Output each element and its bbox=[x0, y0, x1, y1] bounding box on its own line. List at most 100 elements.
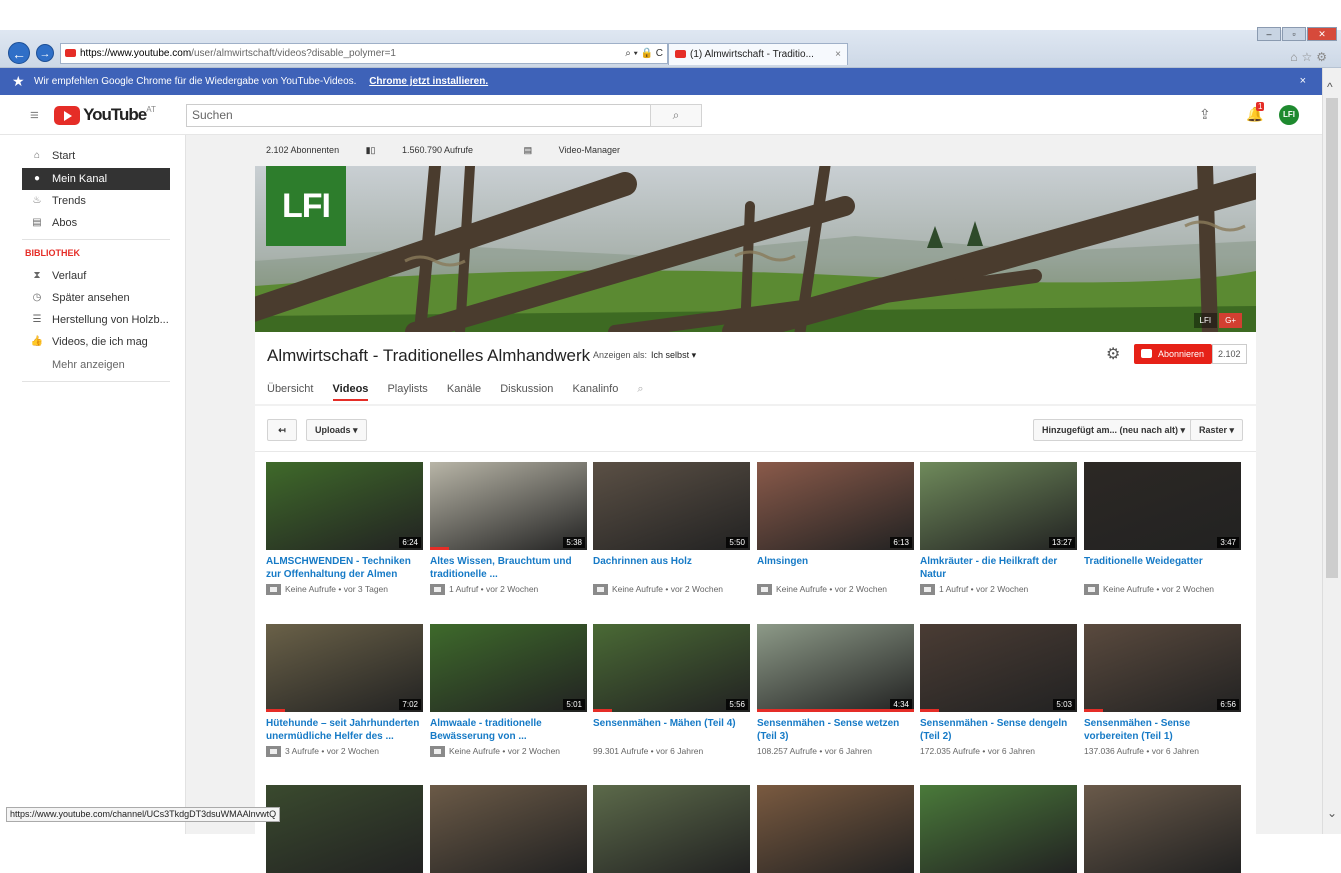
tab-kanaele[interactable]: Kanäle bbox=[447, 383, 481, 395]
sidebar-item-mein-kanal[interactable]: ● Mein Kanal bbox=[22, 168, 170, 190]
video-title[interactable]: Almwaale - traditionelle Bewässerung von… bbox=[430, 717, 587, 743]
maximize-icon[interactable]: ▫ bbox=[1282, 27, 1306, 41]
channel-search-icon[interactable]: ⌕ bbox=[637, 383, 643, 396]
sidebar-item-abos[interactable]: ▤ Abos bbox=[22, 212, 170, 234]
back-arrow-icon[interactable]: ← bbox=[8, 42, 30, 64]
minimize-icon[interactable]: – bbox=[1257, 27, 1281, 41]
upload-icon[interactable]: ⇪ bbox=[1199, 106, 1211, 123]
sidebar-item-start[interactable]: ⌂ Start bbox=[22, 145, 170, 167]
video-title[interactable]: Sensenmähen - Sense vorbereiten (Teil 1) bbox=[1084, 717, 1241, 743]
video-item[interactable] bbox=[920, 785, 1077, 873]
notification-bell-icon[interactable]: 🔔 1 bbox=[1246, 102, 1265, 123]
video-item[interactable] bbox=[1084, 785, 1241, 873]
sidebar-item-spaeter-ansehen[interactable]: ◷ Später ansehen bbox=[22, 287, 170, 309]
video-item[interactable]: 5:01 Almwaale - traditionelle Bewässerung… bbox=[430, 624, 587, 758]
sort-dropdown[interactable]: Hinzugefügt am... (neu nach alt) ▾ bbox=[1033, 419, 1195, 441]
uploads-dropdown[interactable]: Uploads ▾ bbox=[306, 419, 367, 441]
window-close-icon[interactable]: ✕ bbox=[1307, 27, 1337, 41]
video-item[interactable]: 5:03 Sensenmähen - Sense dengeln (Teil 2)… bbox=[920, 624, 1077, 758]
video-thumbnail[interactable] bbox=[757, 785, 914, 873]
video-item[interactable]: 5:38 Altes Wissen, Brauchtum und traditio… bbox=[430, 462, 587, 596]
video-item[interactable]: 4:34 Sensenmähen - Sense wetzen (Teil 3) 1… bbox=[757, 624, 914, 758]
video-item[interactable]: 6:13 Almsingen Keine Aufrufe • vor 2 Woche… bbox=[757, 462, 914, 596]
video-item[interactable] bbox=[757, 785, 914, 873]
video-title[interactable]: Sensenmähen - Mähen (Teil 4) bbox=[593, 717, 750, 743]
video-title[interactable]: Sensenmähen - Sense wetzen (Teil 3) bbox=[757, 717, 914, 743]
video-item[interactable]: 5:50 Dachrinnen aus Holz Keine Aufrufe • v… bbox=[593, 462, 750, 596]
video-thumbnail[interactable]: 5:38 bbox=[430, 462, 587, 550]
video-thumbnail[interactable]: 6:56 bbox=[1084, 624, 1241, 712]
sidebar-item-verlauf[interactable]: ⧗ Verlauf bbox=[22, 265, 170, 287]
menu-icon[interactable]: ≡ bbox=[30, 107, 39, 124]
video-item[interactable] bbox=[593, 785, 750, 873]
view-dropdown[interactable]: Raster ▾ bbox=[1190, 419, 1244, 441]
scroll-down-icon[interactable]: ⌄ bbox=[1327, 806, 1337, 820]
video-thumbnail[interactable]: 5:01 bbox=[430, 624, 587, 712]
avatar[interactable]: LFI bbox=[1279, 105, 1299, 125]
video-thumbnail[interactable] bbox=[593, 785, 750, 873]
home-icon[interactable]: ⌂ bbox=[1290, 50, 1301, 64]
tab-close-icon[interactable]: × bbox=[835, 44, 841, 65]
tab-uebersicht[interactable]: Übersicht bbox=[267, 383, 313, 395]
video-item[interactable] bbox=[266, 785, 423, 873]
forward-arrow-icon[interactable]: → bbox=[36, 44, 54, 62]
subscribe-button[interactable]: Abonnieren bbox=[1134, 344, 1213, 364]
address-controls[interactable]: ⌕ ▾ 🔒 C bbox=[625, 44, 663, 63]
video-item[interactable] bbox=[430, 785, 587, 873]
chrome-bar-close-icon[interactable]: × bbox=[1300, 68, 1306, 95]
video-thumbnail[interactable]: 5:50 bbox=[593, 462, 750, 550]
video-thumbnail[interactable]: 13:27 bbox=[920, 462, 1077, 550]
video-thumbnail[interactable] bbox=[1084, 785, 1241, 873]
scrollbar-thumb[interactable] bbox=[1326, 98, 1338, 578]
address-bar[interactable]: https://www.youtube.com/user/almwirtscha… bbox=[60, 43, 668, 64]
tab-diskussion[interactable]: Diskussion bbox=[500, 383, 553, 395]
browser-tab[interactable]: (1) Almwirtschaft - Traditio... × bbox=[668, 43, 848, 65]
sidebar-item-liked-videos[interactable]: 👍 Videos, die ich mag bbox=[22, 331, 170, 353]
video-item[interactable]: 13:27 Almkräuter - die Heilkraft der Natu… bbox=[920, 462, 1077, 596]
sidebar-item-trends[interactable]: ♨ Trends bbox=[22, 190, 170, 212]
page-scrollbar[interactable]: ^ ⌄ bbox=[1322, 68, 1341, 834]
video-item[interactable]: 6:56 Sensenmähen - Sense vorbereiten (Tei… bbox=[1084, 624, 1241, 758]
back-button[interactable]: ↤ bbox=[267, 419, 297, 441]
view-as-selector[interactable]: Anzeigen als: Ich selbst ▾ bbox=[593, 350, 696, 361]
tab-videos[interactable]: Videos bbox=[332, 383, 369, 401]
video-item[interactable]: 6:24 ALMSCHWENDEN - Techniken zur Offenha… bbox=[266, 462, 423, 596]
tab-playlists[interactable]: Playlists bbox=[387, 383, 427, 395]
video-item[interactable]: 5:56 Sensenmähen - Mähen (Teil 4) 99.301 A… bbox=[593, 624, 750, 758]
video-title[interactable]: Altes Wissen, Brauchtum und traditionell… bbox=[430, 555, 587, 581]
video-thumbnail[interactable] bbox=[430, 785, 587, 873]
video-thumbnail[interactable]: 4:34 bbox=[757, 624, 914, 712]
video-thumbnail[interactable]: 5:56 bbox=[593, 624, 750, 712]
video-item[interactable]: 7:02 Hütehunde – seit Jahrhunderten unerm… bbox=[266, 624, 423, 758]
video-thumbnail[interactable] bbox=[266, 785, 423, 873]
video-duration: 5:38 bbox=[563, 537, 585, 548]
tab-kanalinfo[interactable]: Kanalinfo bbox=[572, 383, 618, 395]
install-chrome-link[interactable]: Chrome jetzt installieren. bbox=[369, 76, 488, 87]
video-thumbnail[interactable]: 7:02 bbox=[266, 624, 423, 712]
video-thumbnail[interactable]: 6:13 bbox=[757, 462, 914, 550]
search-button[interactable]: ⌕ bbox=[650, 104, 702, 127]
video-thumbnail[interactable]: 6:24 bbox=[266, 462, 423, 550]
video-item[interactable]: 3:47 Traditionelle Weidegatter Keine Aufru… bbox=[1084, 462, 1241, 596]
video-title[interactable]: Dachrinnen aus Holz bbox=[593, 555, 750, 581]
sidebar-more-link[interactable]: Mehr anzeigen bbox=[22, 354, 170, 376]
video-title[interactable]: Almkräuter - die Heilkraft der Natur bbox=[920, 555, 1077, 581]
favorites-star-icon[interactable]: ☆ bbox=[1301, 50, 1316, 64]
video-manager-link[interactable]: ▤ Video-Manager bbox=[524, 145, 644, 155]
video-thumbnail[interactable]: 5:03 bbox=[920, 624, 1077, 712]
gear-icon[interactable]: ⚙ bbox=[1106, 344, 1120, 364]
sidebar-item-playlist[interactable]: ☰ Herstellung von Holzb... bbox=[22, 309, 170, 331]
video-title[interactable]: Hütehunde – seit Jahrhunderten unermüdli… bbox=[266, 717, 423, 743]
settings-gear-icon[interactable]: ⚙ bbox=[1316, 50, 1331, 64]
video-title[interactable]: Almsingen bbox=[757, 555, 914, 581]
banner-link-gplus[interactable]: G+ bbox=[1219, 313, 1242, 328]
video-title[interactable]: Sensenmähen - Sense dengeln (Teil 2) bbox=[920, 717, 1077, 743]
banner-link-lfi[interactable]: LFI bbox=[1193, 313, 1218, 328]
video-title[interactable]: ALMSCHWENDEN - Techniken zur Offenhaltun… bbox=[266, 555, 423, 581]
youtube-logo[interactable]: YouTubeAT bbox=[54, 105, 156, 127]
video-thumbnail[interactable]: 3:47 bbox=[1084, 462, 1241, 550]
scroll-up-icon[interactable]: ^ bbox=[1327, 80, 1333, 94]
search-input[interactable]: Suchen bbox=[186, 104, 651, 127]
video-thumbnail[interactable] bbox=[920, 785, 1077, 873]
video-title[interactable]: Traditionelle Weidegatter bbox=[1084, 555, 1241, 581]
